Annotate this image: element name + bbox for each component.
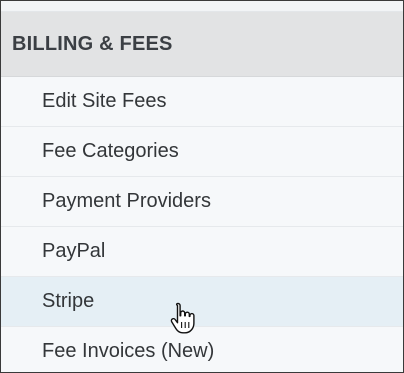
menu-item-label: Fee Categories bbox=[42, 140, 179, 162]
billing-fees-panel: BILLING & FEES Edit Site Fees Fee Catego… bbox=[0, 0, 404, 373]
menu-item-fee-categories[interactable]: Fee Categories bbox=[1, 127, 403, 177]
menu-item-edit-site-fees[interactable]: Edit Site Fees bbox=[1, 77, 403, 127]
menu-item-label: PayPal bbox=[42, 240, 106, 262]
menu-item-paypal[interactable]: PayPal bbox=[1, 227, 403, 277]
menu-item-label: Stripe bbox=[42, 290, 95, 312]
menu-item-payment-providers[interactable]: Payment Providers bbox=[1, 177, 403, 227]
section-title: BILLING & FEES bbox=[12, 32, 173, 55]
billing-menu: Edit Site Fees Fee Categories Payment Pr… bbox=[1, 77, 403, 372]
section-header: BILLING & FEES bbox=[1, 12, 403, 77]
menu-item-stripe[interactable]: Stripe bbox=[1, 277, 403, 327]
menu-item-label: Fee Invoices (New) bbox=[42, 340, 215, 362]
menu-item-label: Edit Site Fees bbox=[42, 90, 167, 112]
menu-item-label: Payment Providers bbox=[42, 190, 211, 212]
top-strip bbox=[1, 1, 403, 12]
menu-item-fee-invoices-new[interactable]: Fee Invoices (New) bbox=[1, 327, 403, 372]
